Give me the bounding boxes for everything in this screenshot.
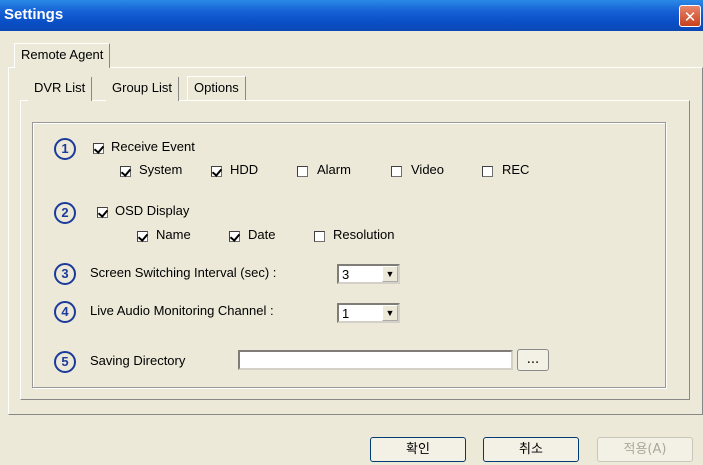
title-bar: Settings ✕	[0, 0, 703, 31]
audio-channel-value: 1	[342, 306, 350, 321]
tab-remote-agent[interactable]: Remote Agent	[14, 43, 111, 68]
chevron-down-icon[interactable]: ▼	[382, 305, 398, 321]
ok-button[interactable]: 확인	[370, 437, 466, 462]
switching-interval-label: Screen Switching Interval (sec) :	[90, 265, 277, 280]
hdd-checkbox[interactable]	[211, 166, 222, 177]
osd-display-label: OSD Display	[115, 203, 190, 218]
step-1-badge: 1	[54, 138, 76, 160]
system-label: System	[139, 162, 183, 177]
resolution-label: Resolution	[333, 227, 395, 242]
system-checkbox[interactable]	[120, 166, 131, 177]
resolution-checkbox[interactable]	[314, 231, 325, 242]
name-label: Name	[156, 227, 191, 242]
video-checkbox[interactable]	[391, 166, 402, 177]
rec-checkbox[interactable]	[482, 166, 493, 177]
chevron-down-icon[interactable]: ▼	[382, 266, 398, 282]
apply-button[interactable]: 적용(A)	[597, 437, 693, 462]
switching-interval-value: 3	[342, 267, 350, 282]
osd-display-checkbox[interactable]	[97, 207, 108, 218]
alarm-checkbox[interactable]	[297, 166, 308, 177]
receive-event-checkbox[interactable]	[93, 143, 104, 154]
step-5-badge: 5	[54, 351, 76, 373]
switching-interval-select[interactable]: 3 ▼	[337, 264, 400, 284]
saving-directory-label: Saving Directory	[90, 353, 186, 368]
step-4-badge: 4	[54, 301, 76, 323]
cancel-button[interactable]: 취소	[483, 437, 579, 462]
video-label: Video	[411, 162, 445, 177]
tab-options[interactable]: Options	[187, 76, 246, 100]
tab-dvr-list[interactable]: DVR List	[28, 77, 93, 101]
browse-button[interactable]: ...	[517, 349, 549, 371]
hdd-label: HDD	[230, 162, 259, 177]
date-checkbox[interactable]	[229, 231, 240, 242]
close-button[interactable]: ✕	[679, 5, 701, 27]
rec-label: REC	[502, 162, 530, 177]
step-2-badge: 2	[54, 202, 76, 224]
name-checkbox[interactable]	[137, 231, 148, 242]
tab-group-list[interactable]: Group List	[106, 77, 179, 101]
audio-channel-select[interactable]: 1 ▼	[337, 303, 400, 323]
saving-directory-input[interactable]	[238, 350, 513, 370]
step-3-badge: 3	[54, 263, 76, 285]
date-label: Date	[248, 227, 276, 242]
window-title: Settings	[4, 6, 64, 23]
alarm-label: Alarm	[317, 162, 351, 177]
audio-channel-label: Live Audio Monitoring Channel :	[90, 303, 274, 318]
receive-event-label: Receive Event	[111, 139, 195, 154]
